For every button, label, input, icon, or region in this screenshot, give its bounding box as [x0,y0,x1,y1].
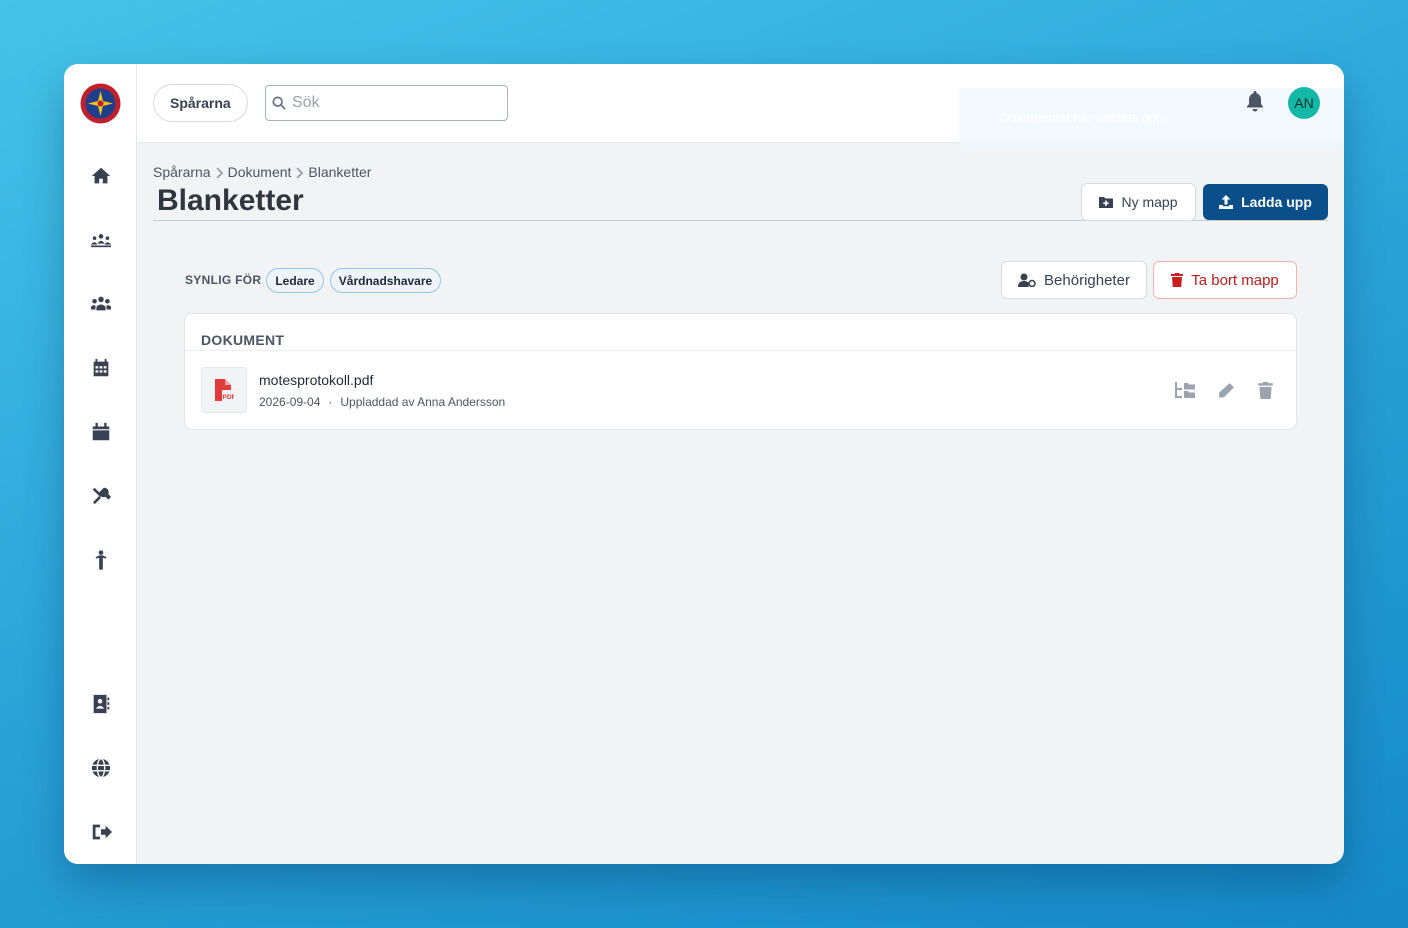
org-logo[interactable] [80,83,121,124]
search-input[interactable] [292,94,492,112]
upload-button[interactable]: Ladda upp [1203,184,1328,220]
contacts-icon[interactable] [88,691,113,716]
chevron-right-icon [295,166,304,179]
documents-card: DOKUMENT PDF motesprotokoll.pdf 2026-09-… [184,313,1297,430]
child-icon[interactable] [88,547,113,572]
folder-plus-icon [1099,197,1114,208]
chevron-right-icon [215,166,224,179]
permissions-button[interactable]: Behörigheter [1001,261,1147,299]
file-meta: 2026-09-04 · Uppladdad av Anna Andersson [259,395,505,409]
topbar: Spårarna Dokumentet har laddats upp AN [137,64,1344,149]
delete-folder-label: Ta bort mapp [1191,271,1279,289]
calendar-icon[interactable] [88,419,113,444]
search-icon [272,96,286,110]
upload-icon [1219,195,1234,209]
file-name-link[interactable]: motesprotokoll.pdf [259,372,373,388]
visibility-label: SYNLIG FÖR [185,273,262,287]
svg-text:PDF: PDF [223,394,235,401]
delete-folder-button[interactable]: Ta bort mapp [1153,261,1297,299]
search-box[interactable] [265,85,508,121]
group-meeting-icon[interactable] [88,227,113,252]
app-window: Spårarna Dokumentet har laddats upp AN S… [64,64,1344,864]
file-date: 2026-09-04 [259,395,321,409]
breadcrumb-item-current: Blanketter [308,164,372,180]
home-icon[interactable] [88,163,113,188]
visibility-chip-guardians: Vårdnadshavare [330,268,441,293]
calendar-grid-icon[interactable] [88,355,113,380]
org-switcher-button[interactable]: Spårarna [153,84,248,122]
card-divider [185,350,1296,351]
notifications-bell-icon[interactable] [1245,90,1267,112]
breadcrumb-item-org[interactable]: Spårarna [153,164,211,180]
members-icon[interactable] [88,291,113,316]
visibility-chip-leaders: Ledare [266,268,324,293]
tools-icon[interactable] [88,483,113,508]
new-folder-button[interactable]: Ny mapp [1081,183,1196,221]
edit-pencil-icon[interactable] [1216,380,1236,400]
pdf-icon: PDF [201,367,247,413]
permissions-label: Behörigheter [1044,271,1130,289]
new-folder-label: Ny mapp [1121,194,1178,210]
move-to-folder-icon[interactable] [1175,380,1195,400]
breadcrumb: Spårarna Dokument Blanketter [153,164,371,180]
trash-icon [1171,273,1184,287]
documents-header: DOKUMENT [201,332,285,348]
upload-toast: Dokumentet har laddats upp [959,88,1344,149]
user-avatar[interactable]: AN [1288,87,1320,119]
delete-trash-icon[interactable] [1255,380,1275,400]
upload-label: Ladda upp [1241,194,1312,210]
file-uploader: Uppladdad av Anna Andersson [340,395,506,409]
breadcrumb-item-documents[interactable]: Dokument [228,164,292,180]
logout-icon[interactable] [88,819,113,844]
page-title: Blanketter [157,184,304,217]
globe-icon[interactable] [88,755,113,780]
sidebar [64,64,137,864]
meta-separator: · [328,395,333,409]
user-lock-icon [1018,273,1036,287]
